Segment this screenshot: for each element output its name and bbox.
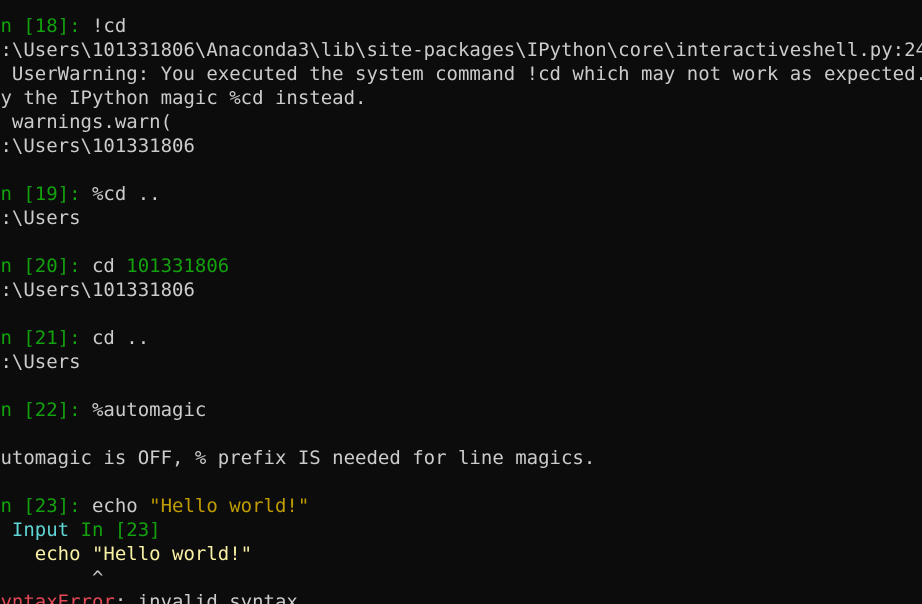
command-23: echo — [91, 495, 150, 517]
output-22: Automagic is OFF, % prefix IS needed for… — [0, 447, 596, 469]
prompt-18: In [18]: — [0, 15, 81, 37]
input-line-19: In [19]: %cd .. — [0, 182, 922, 206]
input-line-21: In [21]: cd .. — [0, 326, 922, 350]
terminal-window[interactable]: In [18]: !cd C:\Users\101331806\Anaconda… — [0, 0, 922, 604]
warning-warn-line: warnings.warn( — [0, 111, 173, 133]
warning-message-line: : UserWarning: You executed the system c… — [0, 63, 922, 85]
error-line: SyntaxError: invalid syntax — [0, 590, 922, 604]
command-20-number: 101331806 — [126, 255, 230, 277]
prompt-23: In [23]: — [0, 495, 81, 517]
output-18: C:\Users\101331806 — [0, 135, 195, 157]
prompt-20: In [20]: — [0, 255, 81, 277]
error-name: SyntaxError — [0, 591, 115, 604]
prompt-22: In [22]: — [0, 399, 81, 421]
traceback-input-line: Input In [23] — [0, 518, 922, 542]
command-22: %automagic — [91, 399, 207, 421]
output-20: C:\Users\101331806 — [0, 279, 195, 301]
traceback-code-string: "Hello world!" — [91, 543, 253, 565]
terminal-output: In [18]: !cd C:\Users\101331806\Anaconda… — [0, 14, 922, 604]
command-18: !cd — [91, 15, 127, 37]
prompt-19: In [19]: — [0, 183, 81, 205]
traceback-in-ref: In [23] — [80, 519, 161, 541]
input-line-20: In [20]: cd 101331806 — [0, 254, 922, 278]
command-23-string: "Hello world!" — [149, 495, 310, 517]
input-line-23: In [23]: echo "Hello world!" — [0, 494, 922, 518]
output-19: C:\Users — [0, 207, 81, 229]
command-19: %cd .. — [91, 183, 161, 205]
traceback-caret-line: ^ — [0, 567, 104, 589]
error-message: : invalid syntax — [114, 591, 298, 604]
input-line-18: In [18]: !cd — [0, 14, 922, 38]
output-21: C:\Users — [0, 351, 81, 373]
traceback-input-label: Input — [11, 519, 70, 541]
traceback-code-line: echo "Hello world!" — [0, 542, 922, 566]
warning-path-line: C:\Users\101331806\Anaconda3\lib\site-pa… — [0, 39, 922, 61]
prompt-21: In [21]: — [0, 327, 81, 349]
command-20: cd — [91, 255, 127, 277]
input-line-22: In [22]: %automagic — [0, 398, 922, 422]
command-21: cd .. — [91, 327, 150, 349]
traceback-code: echo — [34, 543, 81, 565]
warning-hint-line: ry the IPython magic %cd instead. — [0, 87, 367, 109]
